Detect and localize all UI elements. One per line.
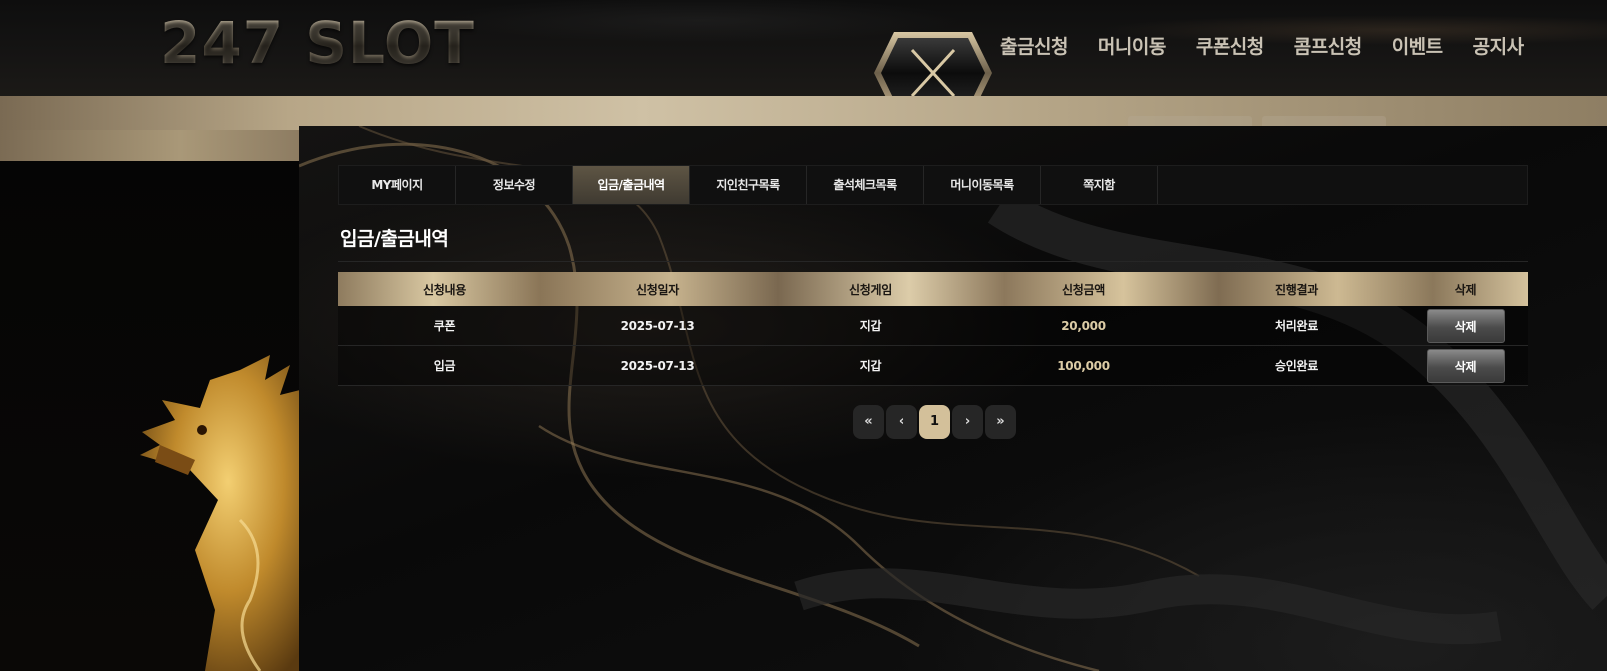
history-table: 신청내용 신청일자 신청게임 신청금액 진행결과 삭제 쿠폰 2025-07-1… [338, 272, 1528, 386]
first-page-button[interactable]: « [853, 405, 884, 439]
cell-game: 지갑 [859, 319, 882, 333]
last-page-button[interactable]: » [985, 405, 1016, 439]
column-header-amount: 신청금액 [1062, 282, 1105, 297]
tab-mypage[interactable]: MY페이지 [339, 166, 456, 204]
nav-notice[interactable]: 공지사 [1473, 32, 1524, 59]
cell-game: 지갑 [859, 359, 882, 373]
table-row: 입금 2025-07-13 지갑 100,000 승인완료 삭제 [338, 346, 1528, 386]
cell-type: 입금 [433, 359, 456, 373]
column-header-game: 신청게임 [849, 282, 892, 297]
nav-money-transfer[interactable]: 머니이동 [1098, 32, 1166, 59]
table-header: 신청내용 신청일자 신청게임 신청금액 진행결과 삭제 [338, 272, 1528, 306]
tab-attendance-list[interactable]: 출석체크목록 [807, 166, 924, 204]
next-page-button[interactable]: › [952, 405, 983, 439]
column-header-date: 신청일자 [636, 282, 679, 297]
background-swirl-decoration [299, 126, 1607, 671]
golden-dragon-image [140, 355, 300, 671]
column-header-delete: 삭제 [1454, 282, 1477, 297]
gold-strip-left [0, 130, 300, 161]
column-header-type: 신청내용 [423, 282, 466, 297]
nav-comp-request[interactable]: 콤프신청 [1294, 32, 1362, 59]
cell-date: 2025-07-13 [620, 318, 695, 333]
cell-result: 처리완료 [1275, 319, 1318, 333]
title-divider [338, 261, 1528, 262]
tab-edit-info[interactable]: 정보수정 [456, 166, 573, 204]
tab-friend-list[interactable]: 지인친구목록 [690, 166, 807, 204]
mypage-panel: MY페이지 정보수정 입금/출금내역 지인친구목록 출석체크목록 머니이동목록 … [299, 126, 1607, 671]
prev-page-button[interactable]: ‹ [886, 405, 917, 439]
nav-event[interactable]: 이벤트 [1392, 32, 1443, 59]
cell-delete: 삭제 [1403, 348, 1528, 383]
tab-money-transfer-list[interactable]: 머니이동목록 [924, 166, 1041, 204]
cell-type: 쿠폰 [433, 319, 456, 333]
cell-amount: 20,000 [1061, 318, 1106, 333]
delete-button[interactable]: 삭제 [1426, 348, 1505, 383]
cell-date: 2025-07-13 [620, 358, 695, 373]
tab-deposit-withdraw-history[interactable]: 입금/출금내역 [573, 166, 690, 204]
pagination: « ‹ 1 › » [853, 405, 1016, 439]
table-row: 쿠폰 2025-07-13 지갑 20,000 처리완료 삭제 [338, 306, 1528, 346]
site-logo[interactable]: 247 SLOT [160, 14, 475, 72]
cell-amount: 100,000 [1057, 358, 1110, 373]
page: 247 SLOT | 출금신청 머니이동 쿠폰신청 콤프신청 이벤트 공지사 [0, 0, 1607, 671]
nav-withdraw-request[interactable]: 출금신청 [1000, 32, 1068, 59]
top-header: 247 SLOT | 출금신청 머니이동 쿠폰신청 콤프신청 이벤트 공지사 [0, 0, 1607, 114]
tab-messages[interactable]: 쪽지함 [1041, 166, 1158, 204]
main-nav: 출금신청 머니이동 쿠폰신청 콤프신청 이벤트 공지사 [1000, 32, 1554, 59]
cell-result: 승인완료 [1275, 359, 1318, 373]
cell-delete: 삭제 [1403, 308, 1528, 343]
page-title: 입금/출금내역 [340, 228, 449, 250]
column-header-result: 진행결과 [1275, 282, 1318, 297]
delete-button[interactable]: 삭제 [1426, 308, 1505, 343]
page-number-button[interactable]: 1 [919, 405, 950, 439]
mypage-tabs: MY페이지 정보수정 입금/출금내역 지인친구목록 출석체크목록 머니이동목록 … [338, 165, 1528, 205]
nav-coupon-request[interactable]: 쿠폰신청 [1196, 32, 1264, 59]
